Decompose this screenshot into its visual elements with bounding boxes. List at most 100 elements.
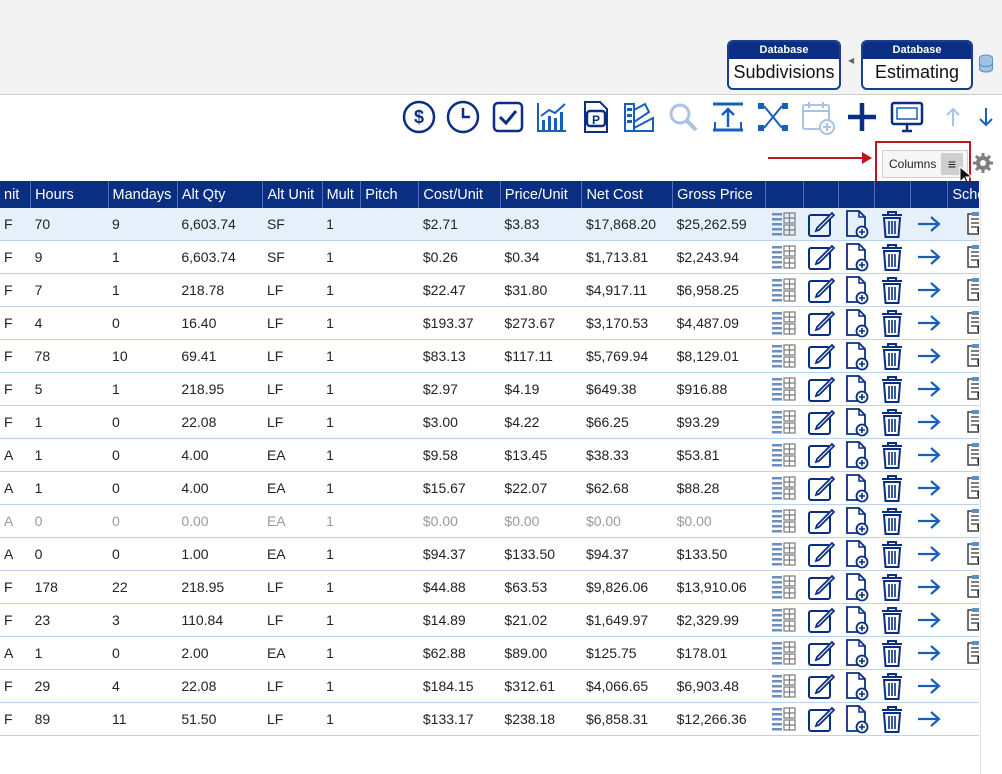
- arrow-right-icon[interactable]: [910, 273, 948, 307]
- col-header[interactable]: Net Cost: [581, 181, 674, 208]
- net-cost-cell[interactable]: $649.38: [581, 372, 673, 406]
- table-row[interactable]: F 23 3 110.84 LF 1 $14.89 $21.02 $1,649.97 $2,329…: [0, 603, 979, 637]
- trash-icon[interactable]: [874, 669, 911, 703]
- schedule-icon[interactable]: [947, 306, 979, 340]
- table-row[interactable]: F 9 1 6,603.74 SF 1 $0.26 $0.34 $1,713.81 $2,243.…: [0, 240, 979, 274]
- checkbox-icon[interactable]: [489, 98, 527, 136]
- add-document-icon[interactable]: [838, 669, 875, 703]
- pitch-cell[interactable]: [360, 603, 419, 637]
- trash-icon[interactable]: [874, 471, 911, 505]
- dollar-icon[interactable]: $: [400, 98, 438, 136]
- estimating-database-button[interactable]: Database Estimating: [861, 40, 973, 90]
- hours-cell[interactable]: 9: [30, 240, 109, 274]
- grid-icon[interactable]: [765, 504, 804, 538]
- edit-icon[interactable]: [803, 208, 839, 241]
- schedule-icon[interactable]: [947, 208, 979, 241]
- price-per-unit-cell[interactable]: $0.34: [500, 240, 582, 274]
- alt-qty-cell[interactable]: 69.41: [177, 339, 263, 373]
- unit-cell[interactable]: F: [0, 208, 31, 241]
- mult-cell[interactable]: 1: [322, 372, 361, 406]
- gross-price-cell[interactable]: $4,487.09: [672, 306, 766, 340]
- cost-per-unit-cell[interactable]: $2.97: [418, 372, 501, 406]
- grid-icon[interactable]: [765, 570, 804, 604]
- edit-icon[interactable]: [803, 636, 839, 670]
- mult-cell[interactable]: 1: [322, 273, 361, 307]
- alt-unit-cell[interactable]: EA: [262, 636, 323, 670]
- mult-cell[interactable]: 1: [322, 669, 361, 703]
- trash-icon[interactable]: [874, 603, 911, 637]
- alt-unit-cell[interactable]: EA: [262, 504, 323, 538]
- arrow-down-icon[interactable]: [967, 98, 1002, 136]
- mandays-cell[interactable]: 0: [108, 405, 178, 439]
- clock-icon[interactable]: [444, 98, 482, 136]
- edit-icon[interactable]: [803, 405, 839, 439]
- schedule-icon[interactable]: [947, 504, 979, 538]
- mandays-cell[interactable]: 0: [108, 306, 178, 340]
- cost-per-unit-cell[interactable]: $184.15: [418, 669, 501, 703]
- mandays-cell[interactable]: 0: [108, 537, 178, 571]
- grid-icon[interactable]: [765, 438, 804, 472]
- cost-per-unit-cell[interactable]: $15.67: [418, 471, 501, 505]
- arrow-right-icon[interactable]: [910, 339, 948, 373]
- mult-cell[interactable]: 1: [322, 240, 361, 274]
- add-document-icon[interactable]: [838, 570, 875, 604]
- grid-icon[interactable]: [765, 306, 804, 340]
- col-header[interactable]: Mandays: [108, 181, 178, 208]
- mult-cell[interactable]: 1: [322, 306, 361, 340]
- mult-cell[interactable]: 1: [322, 438, 361, 472]
- alt-unit-cell[interactable]: LF: [262, 570, 323, 604]
- gross-price-cell[interactable]: $93.29: [672, 405, 766, 439]
- pitch-cell[interactable]: [360, 471, 419, 505]
- pitch-cell[interactable]: [360, 504, 419, 538]
- hours-cell[interactable]: 7: [30, 273, 109, 307]
- arrow-right-icon[interactable]: [910, 405, 948, 439]
- price-per-unit-cell[interactable]: $63.53: [500, 570, 582, 604]
- unit-cell[interactable]: F: [0, 273, 31, 307]
- schedule-icon[interactable]: [947, 240, 979, 274]
- cost-per-unit-cell[interactable]: $14.89: [418, 603, 501, 637]
- grid-icon[interactable]: [765, 372, 804, 406]
- arrow-right-icon[interactable]: [910, 702, 948, 736]
- add-document-icon[interactable]: [838, 273, 875, 307]
- trash-icon[interactable]: [874, 339, 911, 373]
- alt-unit-cell[interactable]: LF: [262, 372, 323, 406]
- hours-cell[interactable]: 178: [30, 570, 109, 604]
- alt-unit-cell[interactable]: LF: [262, 306, 323, 340]
- add-document-icon[interactable]: [838, 504, 875, 538]
- pdf-icon[interactable]: P: [576, 98, 614, 136]
- pitch-cell[interactable]: [360, 405, 419, 439]
- alt-unit-cell[interactable]: LF: [262, 603, 323, 637]
- hours-cell[interactable]: 1: [30, 471, 109, 505]
- unit-cell[interactable]: F: [0, 669, 31, 703]
- mandays-cell[interactable]: 4: [108, 669, 178, 703]
- edit-icon[interactable]: [803, 603, 839, 637]
- alt-qty-cell[interactable]: 2.00: [177, 636, 263, 670]
- alt-unit-cell[interactable]: LF: [262, 405, 323, 439]
- palette-icon[interactable]: [619, 98, 657, 136]
- edit-icon[interactable]: [803, 570, 839, 604]
- schedule-icon[interactable]: [947, 603, 979, 637]
- price-per-unit-cell[interactable]: $0.00: [500, 504, 582, 538]
- pitch-cell[interactable]: [360, 702, 419, 736]
- trash-icon[interactable]: [874, 504, 911, 538]
- calendar-add-icon[interactable]: [799, 98, 837, 136]
- trash-icon[interactable]: [874, 537, 911, 571]
- net-cost-cell[interactable]: $4,917.11: [581, 273, 673, 307]
- trash-icon[interactable]: [874, 636, 911, 670]
- trash-icon[interactable]: [874, 405, 911, 439]
- alt-unit-cell[interactable]: EA: [262, 471, 323, 505]
- alt-qty-cell[interactable]: 51.50: [177, 702, 263, 736]
- gross-price-cell[interactable]: $8,129.01: [672, 339, 766, 373]
- unit-cell[interactable]: A: [0, 438, 31, 472]
- schedule-icon[interactable]: [947, 438, 979, 472]
- alt-qty-cell[interactable]: 6,603.74: [177, 240, 263, 274]
- mult-cell[interactable]: 1: [322, 603, 361, 637]
- cost-per-unit-cell[interactable]: $83.13: [418, 339, 501, 373]
- cost-per-unit-cell[interactable]: $62.88: [418, 636, 501, 670]
- price-per-unit-cell[interactable]: $273.67: [500, 306, 582, 340]
- alt-qty-cell[interactable]: 4.00: [177, 438, 263, 472]
- unit-cell[interactable]: A: [0, 636, 31, 670]
- chart-icon[interactable]: [533, 98, 571, 136]
- net-cost-cell[interactable]: $62.68: [581, 471, 673, 505]
- add-document-icon[interactable]: [838, 537, 875, 571]
